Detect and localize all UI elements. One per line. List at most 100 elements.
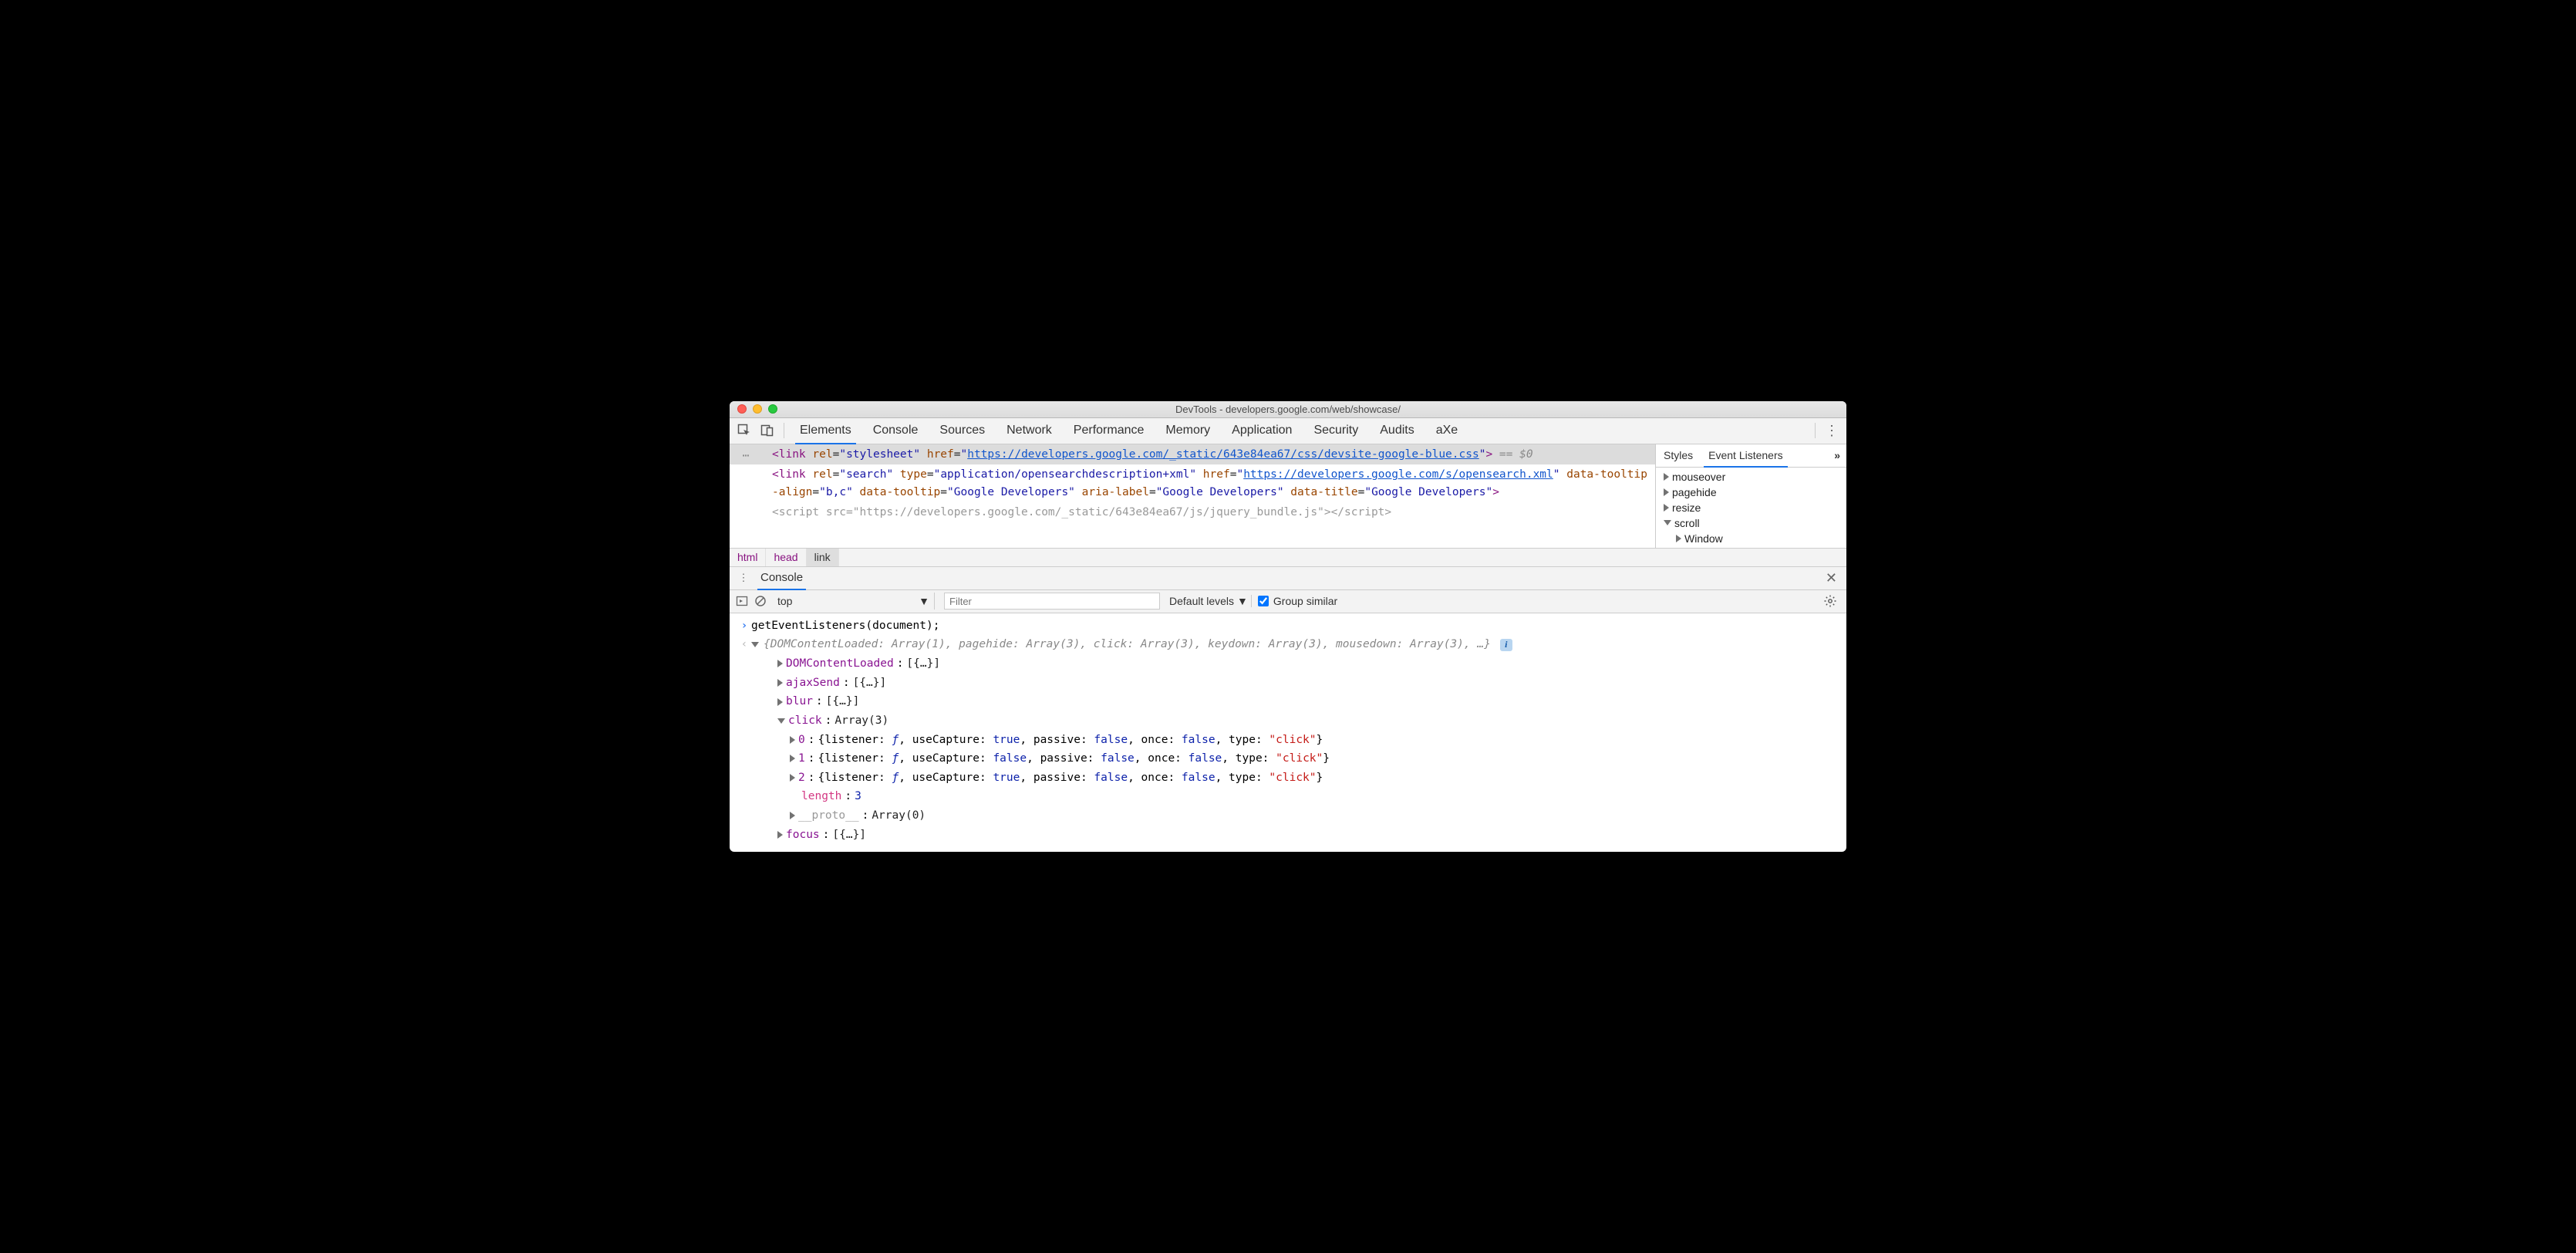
bool: false (1182, 734, 1216, 746)
attr-value: Google Developers (954, 486, 1068, 498)
bool: true (993, 772, 1020, 784)
sidebar-tab-styles[interactable]: Styles (1656, 444, 1701, 467)
tree-row-blur[interactable]: blur: [{…}] (751, 692, 1839, 711)
context-value: top (777, 595, 792, 607)
crumb-html[interactable]: html (730, 549, 766, 566)
console-output-line[interactable]: ‹ {DOMContentLoaded: Array(1), pagehide:… (730, 635, 1846, 844)
tab-axe[interactable]: aXe (1425, 417, 1468, 444)
event-name: pagehide (1672, 486, 1717, 498)
show-console-sidebar-icon[interactable] (736, 595, 748, 607)
tree-row-domcontentloaded[interactable]: DOMContentLoaded: [{…}] (751, 654, 1839, 674)
event-listeners-list: mouseover pagehide resize scroll Window (1656, 468, 1846, 548)
console-settings-icon[interactable] (1820, 594, 1840, 608)
console-messages: › getEventListeners(document); ‹ {DOMCon… (730, 613, 1846, 853)
levels-label: Default levels (1169, 595, 1234, 607)
tree-row-focus[interactable]: focus: [{…}] (751, 826, 1839, 845)
console-toolbar: top ▼ Default levels ▼ Group similar (730, 590, 1846, 613)
click-item-1[interactable]: 1: {listener: ƒ, useCapture: false, pass… (751, 749, 1839, 768)
expand-icon (790, 755, 795, 762)
close-window-button[interactable] (737, 404, 747, 414)
click-length[interactable]: length: 3 (751, 787, 1839, 806)
collapse-icon (1664, 520, 1671, 525)
result-summary[interactable]: {DOMContentLoaded: Array(1), pagehide: A… (751, 635, 1839, 654)
tree-row-ajaxsend[interactable]: ajaxSend: [{…}] (751, 674, 1839, 693)
bool: false (993, 752, 1027, 765)
str: click (1276, 734, 1310, 746)
tab-application[interactable]: Application (1221, 417, 1303, 444)
tree-row-click[interactable]: click: Array(3) (751, 711, 1839, 731)
obj-key: DOMContentLoaded (786, 654, 894, 674)
expand-icon (1664, 504, 1669, 512)
attr-href-link[interactable]: https://developers.google.com/s/opensear… (1243, 468, 1553, 481)
drawer-tab-console[interactable]: Console (753, 566, 811, 589)
console-drawer-header: ⋮ Console ✕ (730, 567, 1846, 590)
dom-tree[interactable]: ⋯ <link rel="stylesheet" href="https://d… (730, 444, 1655, 548)
separator (1815, 423, 1816, 438)
bool: false (1189, 752, 1222, 765)
obj-key: click (788, 711, 822, 731)
tab-console[interactable]: Console (862, 417, 929, 444)
bool: false (1094, 734, 1128, 746)
zoom-window-button[interactable] (768, 404, 777, 414)
devtools-window: DevTools - developers.google.com/web/sho… (730, 401, 1846, 853)
prompt-icon: › (741, 620, 748, 632)
dom-node-selected[interactable]: <link rel="stylesheet" href="https://dev… (730, 444, 1655, 464)
dom-gutter-ellipsis[interactable]: ⋯ (730, 444, 762, 468)
tab-elements[interactable]: Elements (789, 417, 862, 444)
expand-icon (777, 831, 783, 839)
event-pagehide[interactable]: pagehide (1656, 485, 1846, 500)
info-icon[interactable]: i (1500, 639, 1512, 651)
click-proto[interactable]: __proto__: Array(0) (751, 806, 1839, 826)
chevron-down-icon: ▼ (1237, 595, 1248, 607)
crumb-link[interactable]: link (807, 549, 839, 566)
crumb-head[interactable]: head (766, 549, 806, 566)
console-input-line[interactable]: › getEventListeners(document); (730, 616, 1846, 636)
tab-network[interactable]: Network (996, 417, 1063, 444)
obj-value: Array(3) (835, 711, 888, 731)
event-scroll[interactable]: scroll (1656, 515, 1846, 531)
tab-security[interactable]: Security (1303, 417, 1369, 444)
click-item-0[interactable]: 0: {listener: ƒ, useCapture: true, passi… (751, 731, 1839, 750)
drawer-close-icon[interactable]: ✕ (1821, 570, 1842, 586)
clear-console-icon[interactable] (754, 595, 767, 607)
event-resize[interactable]: resize (1656, 500, 1846, 515)
expand-icon (1664, 473, 1669, 481)
sidebar-tab-event-listeners[interactable]: Event Listeners (1701, 444, 1791, 467)
filter-input[interactable] (944, 593, 1160, 610)
attr-href-link[interactable]: https://developers.google.com/_static/64… (967, 448, 1479, 461)
group-similar-label: Group similar (1273, 595, 1337, 607)
minimize-window-button[interactable] (753, 404, 762, 414)
expand-icon (777, 660, 783, 667)
tab-audits[interactable]: Audits (1369, 417, 1425, 444)
event-mouseover[interactable]: mouseover (1656, 469, 1846, 485)
log-levels-selector[interactable]: Default levels ▼ (1166, 595, 1252, 607)
click-item-2[interactable]: 2: {listener: ƒ, useCapture: true, passi… (751, 768, 1839, 788)
drawer-menu-icon[interactable]: ⋮ (734, 569, 753, 587)
group-similar-checkbox[interactable] (1258, 596, 1269, 606)
expand-icon (777, 679, 783, 687)
sidebar-more-icon[interactable]: » (1828, 449, 1846, 461)
obj-key: ajaxSend (786, 674, 840, 693)
chevron-down-icon: ▼ (919, 595, 929, 607)
obj-value: [{…}] (826, 692, 860, 711)
summary-text: {DOMContentLoaded: Array(1), pagehide: A… (764, 635, 1491, 654)
inspect-element-icon[interactable] (733, 419, 756, 442)
device-toolbar-icon[interactable] (756, 419, 779, 442)
dom-node[interactable]: <link rel="search" type="application/ope… (730, 464, 1655, 502)
obj-value: [{…}] (906, 654, 940, 674)
group-similar-toggle[interactable]: Group similar (1258, 595, 1337, 607)
obj-value: [{…}] (853, 674, 887, 693)
tab-sources[interactable]: Sources (929, 417, 996, 444)
elements-panel: ⋯ <link rel="stylesheet" href="https://d… (730, 444, 1846, 549)
context-selector[interactable]: top ▼ (773, 593, 935, 610)
attr-value: search (846, 468, 886, 481)
dom-node-partial[interactable]: <script src="https://developers.google.c… (730, 502, 1655, 522)
event-name: resize (1672, 502, 1701, 514)
tab-performance[interactable]: Performance (1063, 417, 1155, 444)
more-options-icon[interactable]: ⋮ (1820, 423, 1843, 439)
titlebar: DevTools - developers.google.com/web/sho… (730, 401, 1846, 418)
breadcrumb: html head link (730, 549, 1846, 567)
obj-value: [{…}] (832, 826, 866, 845)
event-scroll-target[interactable]: Window (1656, 531, 1846, 546)
tab-memory[interactable]: Memory (1155, 417, 1221, 444)
